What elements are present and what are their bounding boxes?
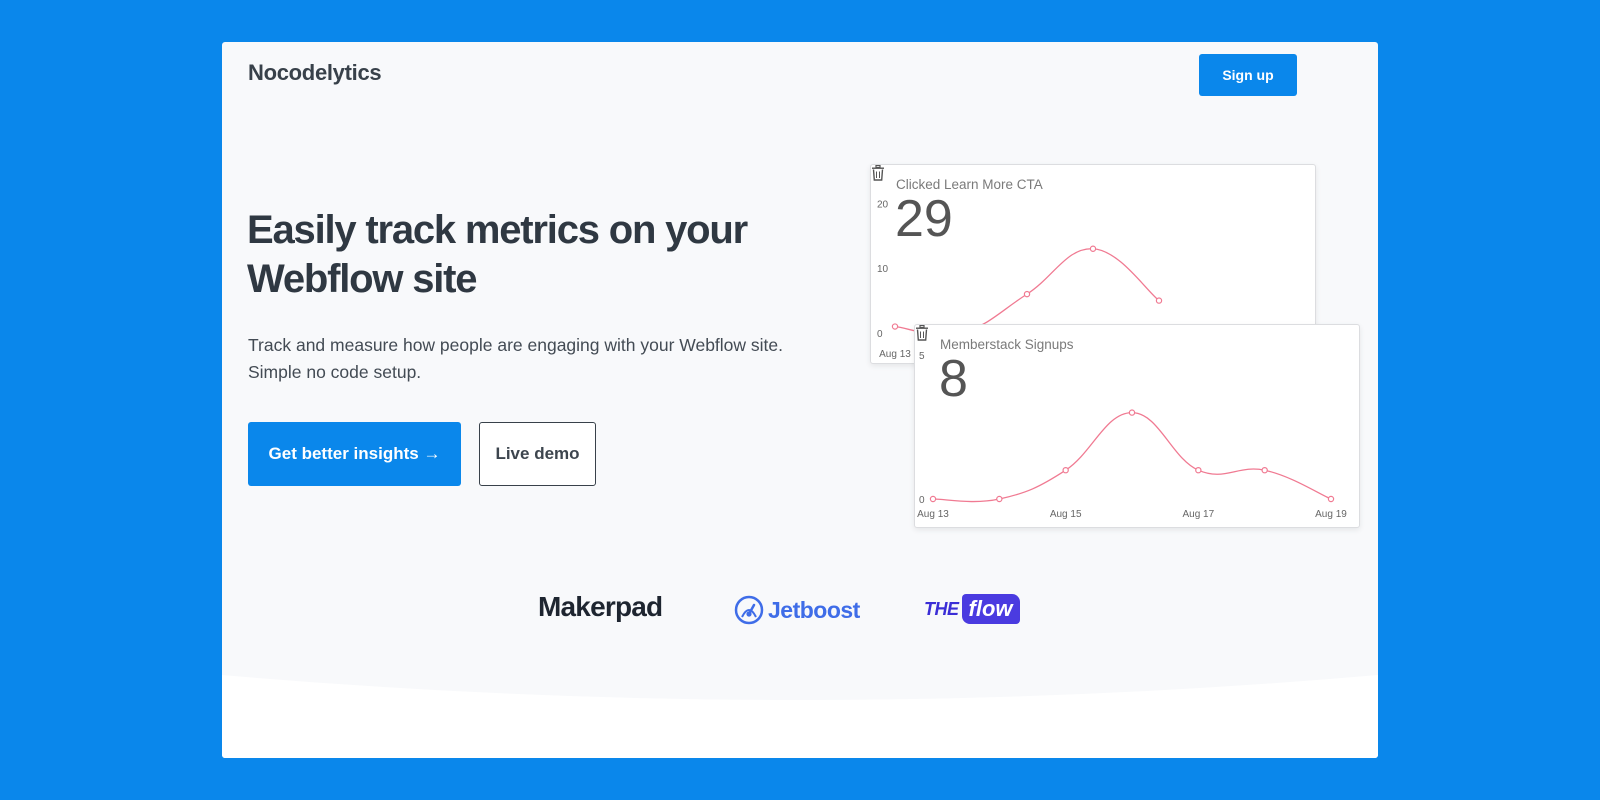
y-tick-label: 5 (919, 351, 925, 362)
data-point (1023, 290, 1031, 298)
data-point (1062, 466, 1069, 474)
speedometer-icon (734, 595, 764, 625)
data-point (1327, 495, 1335, 503)
logo-theflow-prefix: THE (924, 598, 959, 619)
trash-icon[interactable] (871, 165, 885, 181)
logo-theflow: THE flow (924, 593, 1020, 625)
y-tick-label: 20 (877, 199, 889, 210)
y-tick-label: 10 (877, 264, 889, 275)
y-tick-label: 0 (919, 495, 925, 506)
customer-logos: Makerpad Jetboost THE flow (222, 587, 1378, 637)
hero-headline: Easily track metrics on your Webflow sit… (247, 208, 748, 301)
x-tick-label: Aug 19 (1315, 509, 1347, 520)
logo-jetboost-text: Jetboost (768, 596, 860, 623)
line-chart: 0 5 Aug 13 Aug 15 Aug 17 Aug 19 (917, 351, 1347, 520)
data-point (1195, 466, 1202, 474)
logo-theflow-main: flow (961, 594, 1020, 624)
get-insights-button[interactable]: Get better insights → (248, 422, 461, 486)
y-tick-label: 0 (877, 329, 883, 340)
series-line (932, 411, 1332, 503)
data-point (1089, 245, 1097, 252)
live-demo-button[interactable]: Live demo (479, 422, 596, 486)
data-point (1155, 297, 1163, 304)
x-tick-label: Aug 15 (1050, 509, 1082, 520)
card-value: 8 (939, 350, 968, 408)
logo-makerpad: Makerpad (538, 591, 663, 622)
trash-icon[interactable] (915, 325, 929, 341)
hero-subtext: Track and measure how people are engagin… (248, 335, 784, 382)
card-value: 29 (895, 190, 953, 248)
data-point (1128, 409, 1136, 416)
data-point (1261, 466, 1268, 474)
data-point (891, 323, 899, 330)
logo-jetboost: Jetboost (734, 593, 860, 627)
x-tick-label: Aug 17 (1182, 509, 1214, 520)
landing-page: Nocodelytics Sign up Easily track metric… (222, 42, 1378, 758)
x-tick-label: Aug 13 (917, 509, 949, 520)
metric-card-memberstack-signups: 0 5 Aug 13 Aug 15 Aug 17 Aug 19 Memberstack S… (914, 324, 1360, 528)
data-point (996, 495, 1003, 503)
x-tick-label: Aug 13 (879, 349, 911, 360)
brand-logo[interactable]: Nocodelytics (248, 60, 382, 86)
signup-button[interactable]: Sign up (1199, 54, 1297, 96)
data-point (929, 495, 937, 503)
